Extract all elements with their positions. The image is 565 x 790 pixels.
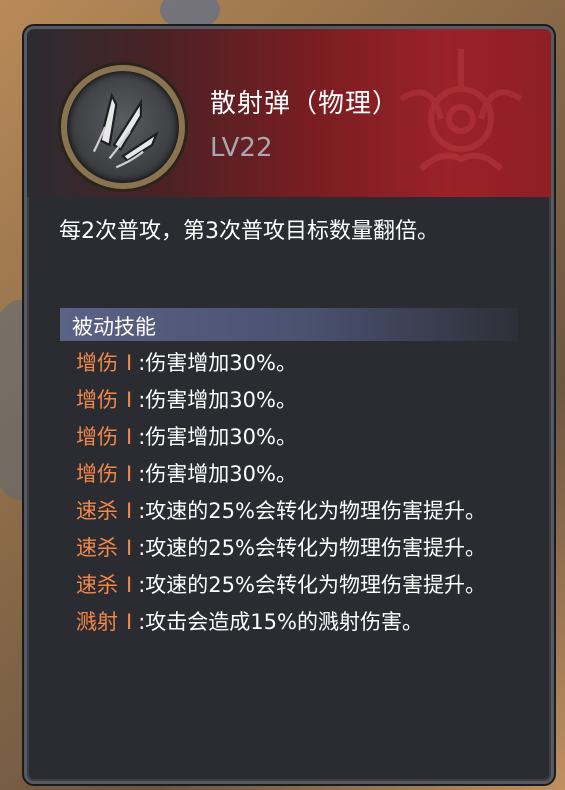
effect-name: 速杀 [76, 536, 118, 560]
effect-level-marker: I [126, 610, 133, 634]
skill-level: LV22 [210, 133, 273, 163]
effect-text: :伤害增加30%。 [138, 351, 297, 375]
effect-text: :攻速的25%会转化为物理伤害提升。 [138, 573, 486, 597]
effect-name: 增伤 [76, 425, 118, 449]
effect-text: :伤害增加30%。 [138, 388, 297, 412]
tooltip-header: 散射弹（物理） LV22 [27, 29, 551, 197]
effect-item: 速杀 I:攻速的25%会转化为物理伤害提升。 [76, 567, 536, 604]
effect-item: 溅射 I:攻击会造成15%的溅射伤害。 [76, 604, 536, 641]
effect-item: 增伤 I:伤害增加30%。 [76, 345, 536, 382]
effect-text: :攻击会造成15%的溅射伤害。 [138, 610, 423, 634]
effect-level-marker: I [126, 499, 133, 523]
effect-name: 速杀 [76, 499, 118, 523]
effect-text: :伤害增加30%。 [138, 425, 297, 449]
effect-text: :伤害增加30%。 [138, 462, 297, 486]
effect-item: 增伤 I:伤害增加30%。 [76, 419, 536, 456]
skill-description: 每2次普攻，第3次普攻目标数量翻倍。 [59, 219, 439, 244]
effect-name: 增伤 [76, 388, 118, 412]
effect-name: 增伤 [76, 351, 118, 375]
effect-item: 速杀 I:攻速的25%会转化为物理伤害提升。 [76, 530, 536, 567]
effect-level-marker: I [126, 462, 133, 486]
effect-item: 速杀 I:攻速的25%会转化为物理伤害提升。 [76, 493, 536, 530]
effect-item: 增伤 I:伤害增加30%。 [76, 382, 536, 419]
skill-icon [61, 65, 185, 189]
effect-name: 溅射 [76, 610, 118, 634]
effect-name: 增伤 [76, 462, 118, 486]
effect-name: 速杀 [76, 573, 118, 597]
scatter-bullets-icon [92, 92, 159, 169]
ornament-icon [399, 49, 523, 172]
effect-item: 增伤 I:伤害增加30%。 [76, 456, 536, 493]
effect-level-marker: I [126, 425, 133, 449]
effect-level-marker: I [126, 388, 133, 412]
effect-text: :攻速的25%会转化为物理伤害提升。 [138, 536, 486, 560]
effect-level-marker: I [126, 573, 133, 597]
skill-name: 散射弹（物理） [210, 89, 400, 119]
effect-level-marker: I [126, 536, 133, 560]
effect-level-marker: I [126, 351, 133, 375]
passive-effects-list: 增伤 I:伤害增加30%。 增伤 I:伤害增加30%。 增伤 I:伤害增加30%。 增… [76, 345, 536, 641]
passive-section-header: 被动技能 [60, 308, 518, 341]
passive-section-title: 被动技能 [72, 315, 156, 339]
effect-text: :攻速的25%会转化为物理伤害提升。 [138, 499, 486, 523]
skill-tooltip-panel: 散射弹（物理） LV22 每2次普攻，第3次普攻目标数量翻倍。 被动技能 增伤 I… [24, 26, 554, 784]
